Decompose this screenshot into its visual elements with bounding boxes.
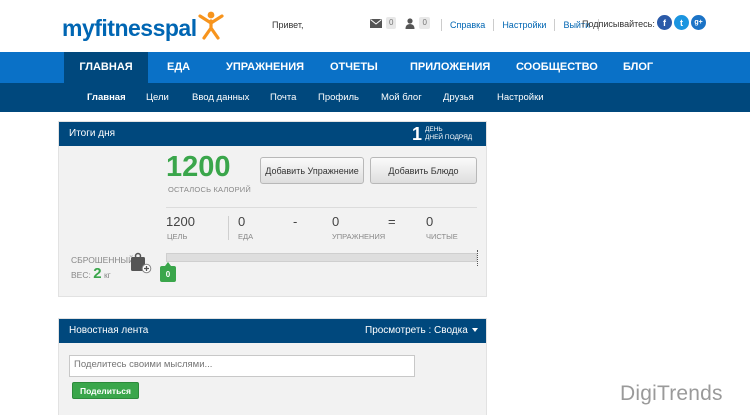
greeting-text: Привет, — [272, 20, 304, 30]
nav-apps[interactable]: ПРИЛОЖЕНИЯ — [410, 52, 490, 83]
notification-icons: 0 0 — [370, 17, 430, 29]
weight-lost-label: СБРОШЕННЫЙ — [71, 255, 135, 265]
subnav-goals[interactable]: Цели — [146, 83, 169, 112]
logo-text-fitnesspal: fitnesspal — [94, 15, 197, 41]
logo-text-my: my — [62, 15, 95, 41]
summary-header: Итоги дня 1 ДЕНЬ ДНЕЙ ПОДРЯД — [59, 122, 486, 146]
minus-sign: - — [293, 214, 298, 229]
sub-nav: Главная Цели Ввод данных Почта Профиль М… — [0, 83, 750, 112]
facebook-icon[interactable]: f — [657, 15, 672, 30]
weight-lost: СБРОШЕННЫЙ ВЕС: 2 кг — [71, 253, 134, 282]
nav-food[interactable]: ЕДА — [167, 52, 190, 83]
link-divider — [493, 19, 495, 31]
user-icon[interactable] — [405, 17, 415, 29]
calories-remaining-label: ОСТАЛОСЬ КАЛОРИЙ — [168, 185, 251, 194]
envelope-icon[interactable] — [370, 18, 382, 28]
status-update-input[interactable] — [69, 355, 415, 377]
friends-count: 0 — [419, 17, 430, 29]
subnav-friends[interactable]: Друзья — [443, 83, 474, 112]
food-label: ЕДА — [238, 232, 254, 241]
nav-blog[interactable]: БЛОГ — [623, 52, 653, 83]
share-button[interactable]: Поделиться — [72, 382, 139, 399]
add-exercise-button[interactable]: Добавить Упражнение — [260, 157, 364, 184]
weight-unit: кг — [103, 270, 111, 280]
food-value: 0 — [238, 214, 246, 229]
weight-lost-value: 2 — [93, 265, 102, 282]
subnav-home[interactable]: Главная — [87, 83, 126, 112]
social-links: f t g+ — [657, 15, 706, 30]
logo[interactable]: my fitnesspal — [62, 10, 224, 42]
nav-home[interactable]: ГЛАВНАЯ — [64, 52, 148, 83]
goal-label: ЦЕЛЬ — [167, 232, 188, 241]
twitter-icon[interactable]: t — [674, 15, 689, 30]
messages-count: 0 — [386, 17, 397, 29]
link-divider — [554, 19, 556, 31]
nav-reports[interactable]: ОТЧЕТЫ — [330, 52, 378, 83]
google-plus-icon[interactable]: g+ — [691, 15, 706, 30]
nav-community[interactable]: СООБЩЕСТВО — [516, 52, 598, 83]
net-label: ЧИСТЫЕ — [426, 232, 458, 241]
summary-title: Итоги дня — [69, 128, 116, 139]
subscribe-label: Подписывайтесь: — [582, 19, 655, 29]
streak-count: 1 — [412, 124, 423, 144]
weight-scale-icon[interactable] — [130, 252, 152, 274]
exercise-label: УПРАЖНЕНИЯ — [332, 232, 386, 241]
net-value: 0 — [426, 214, 434, 229]
goal-value: 1200 — [166, 214, 195, 229]
weight-prefix: ВЕС: — [71, 270, 91, 280]
feed-view-dropdown[interactable]: Просмотреть : Сводка — [365, 325, 478, 336]
subnav-profile[interactable]: Профиль — [318, 83, 359, 112]
progress-badge: 0 — [160, 262, 176, 282]
summary-divider — [166, 207, 477, 208]
subnav-my-blog[interactable]: Мой блог — [381, 83, 422, 112]
subnav-settings[interactable]: Настройки — [497, 83, 544, 112]
news-feed-card: Новостная лента Просмотреть : Сводка Под… — [58, 318, 487, 415]
help-link[interactable]: Справка — [450, 20, 485, 30]
add-food-button[interactable]: Добавить Блюдо — [370, 157, 477, 184]
caret-down-icon — [471, 328, 478, 333]
main-nav: ГЛАВНАЯ ЕДА УПРАЖНЕНИЯ ОТЧЕТЫ ПРИЛОЖЕНИЯ… — [0, 52, 750, 83]
subnav-mail[interactable]: Почта — [270, 83, 296, 112]
exercise-value: 0 — [332, 214, 340, 229]
top-bar: my fitnesspal Привет, 0 0 Справка Настро… — [0, 0, 750, 52]
streak-label: ДЕНЬ ДНЕЙ ПОДРЯД — [425, 126, 472, 142]
link-divider — [441, 19, 442, 31]
nav-exercise[interactable]: УПРАЖНЕНИЯ — [226, 52, 304, 83]
calories-remaining: 1200 — [166, 151, 231, 183]
subnav-check-in[interactable]: Ввод данных — [192, 83, 249, 112]
settings-link[interactable]: Настройки — [502, 20, 546, 30]
equals-sign: = — [388, 214, 396, 229]
weight-progress-bar — [166, 250, 478, 266]
equation-divider — [228, 216, 229, 240]
feed-view-label: Просмотреть : Сводка — [365, 325, 468, 336]
watermark-text: DigiTrends — [620, 382, 723, 405]
feed-header: Новостная лента Просмотреть : Сводка — [59, 319, 486, 343]
streak-label-line2: ДНЕЙ ПОДРЯД — [425, 134, 473, 141]
running-figure-icon — [198, 11, 224, 40]
feed-title: Новостная лента — [69, 325, 149, 336]
goal-marker — [477, 250, 478, 266]
streak-label-line1: ДЕНЬ — [425, 126, 443, 133]
top-links: Справка Настройки Выйти — [433, 19, 607, 31]
daily-summary-card: Итоги дня 1 ДЕНЬ ДНЕЙ ПОДРЯД 1200 ОСТАЛО… — [58, 121, 487, 297]
